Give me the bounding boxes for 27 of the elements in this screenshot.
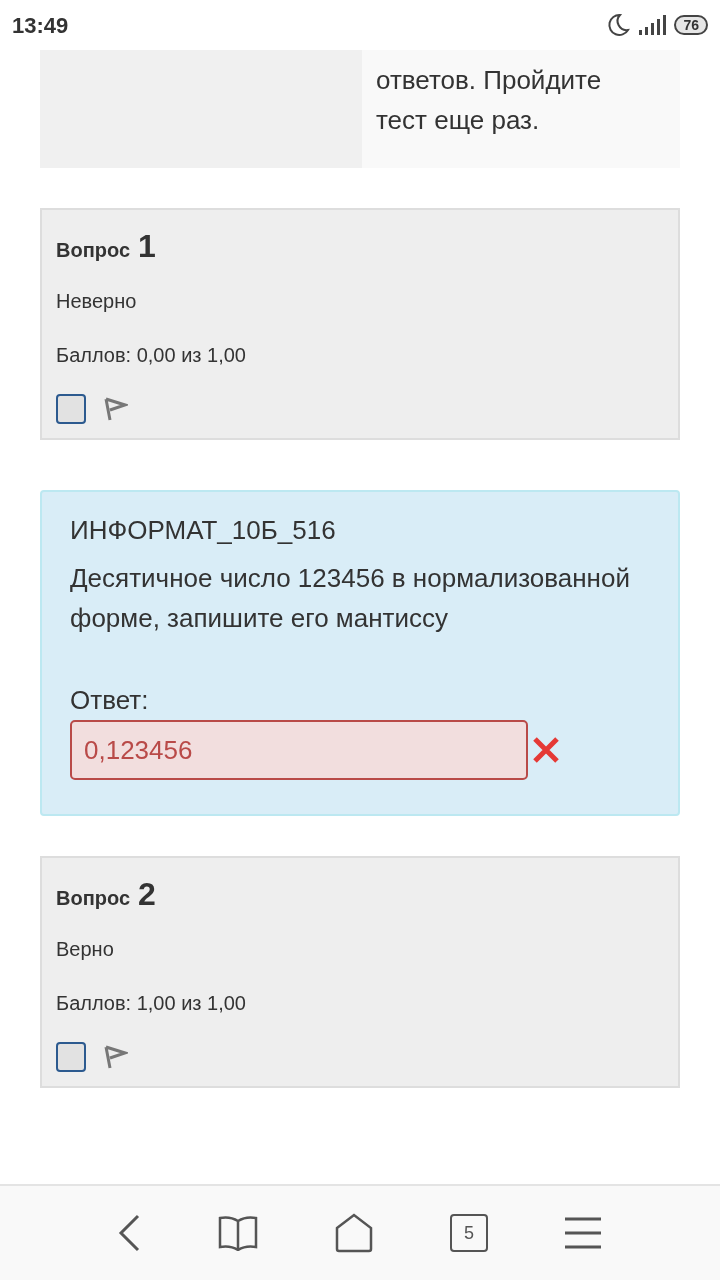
feedback-text: ответов. Пройдите тест еще раз. — [376, 64, 603, 137]
question-text: Десятичное число 123456 в нормализованной форме, запишите его мантиссу — [70, 562, 631, 635]
cross-icon — [532, 736, 560, 764]
flag-icon[interactable] — [102, 396, 128, 422]
question-grade: Баллов: 1,00 из 1,00 — [56, 991, 247, 1016]
question-state: Верно — [56, 937, 115, 962]
question-number: 2 — [138, 875, 156, 914]
answer-label: Ответ: — [70, 684, 150, 717]
home-icon[interactable] — [334, 1213, 374, 1253]
book-icon[interactable] — [218, 1215, 258, 1251]
flag-icon[interactable] — [102, 1044, 128, 1070]
question-label: Вопрос — [56, 886, 131, 911]
flag-checkbox[interactable] — [56, 394, 86, 424]
menu-icon[interactable] — [564, 1217, 602, 1249]
question-grade: Баллов: 0,00 из 1,00 — [56, 343, 247, 368]
tabs-button[interactable]: 5 — [450, 1214, 488, 1252]
question-code: ИНФОРМАТ_10Б_516 — [70, 514, 337, 547]
question-state: Неверно — [56, 289, 138, 314]
clock-time: 13:49 — [12, 11, 69, 40]
moon-icon — [606, 13, 631, 37]
signal-icon — [638, 14, 667, 36]
battery-indicator: 76 — [674, 15, 708, 35]
back-icon[interactable] — [118, 1214, 142, 1252]
question-number: 1 — [138, 227, 156, 266]
question-label: Вопрос — [56, 238, 131, 263]
flag-checkbox[interactable] — [56, 1042, 86, 1072]
answer-field[interactable]: 0,123456 — [70, 720, 528, 780]
